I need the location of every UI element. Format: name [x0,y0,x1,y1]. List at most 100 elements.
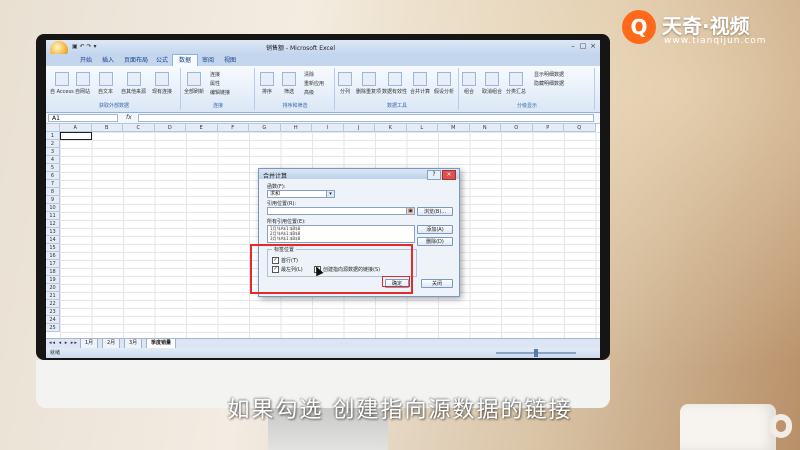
column-header[interactable]: E [186,124,218,132]
dialog-title: 合并计算 [263,173,288,180]
collapse-dialog-icon[interactable]: ▣ [406,208,414,214]
column-header[interactable]: P [532,124,564,132]
row-header[interactable]: 15 [46,244,60,252]
btn-reapply[interactable]: 重新应用 [304,80,324,87]
ungroup-icon [485,72,499,86]
row-header[interactable]: 8 [46,188,60,196]
column-header[interactable]: F [217,124,249,132]
btn-data-validation[interactable]: 数据有效性 [382,72,407,95]
row-header[interactable]: 13 [46,228,60,236]
row-header[interactable]: 12 [46,220,60,228]
dialog-help-icon[interactable]: ? [427,170,441,180]
btn-remove-duplicates[interactable]: 删除重复项 [356,72,381,95]
btn-sort[interactable]: 排序 [260,72,274,95]
browse-button[interactable]: 浏览(B)... [417,207,453,216]
btn-subtotal[interactable]: 分类汇总 [506,72,526,95]
btn-clear[interactable]: 清除 [304,71,314,78]
row-header[interactable]: 22 [46,300,60,308]
btn-show-detail[interactable]: 显示明细数据 [534,71,564,78]
btn-text-to-columns[interactable]: 分列 [338,72,352,95]
row-header[interactable]: 21 [46,292,60,300]
btn-properties[interactable]: 属性 [210,80,220,87]
column-header[interactable]: L [406,124,438,132]
reference-item[interactable]: 3月!$A$1:$B$8 [268,236,414,241]
references-list[interactable]: 1月!$A$1:$B$8 2月!$A$1:$B$8 3月!$A$1:$B$8 [267,225,415,243]
column-header[interactable]: B [91,124,123,132]
column-header[interactable]: M [438,124,470,132]
btn-existing-connections[interactable]: 现有连接 [152,72,172,95]
btn-edit-links[interactable]: 编辑链接 [210,89,230,96]
column-header[interactable]: Q [564,124,596,132]
tab-page-layout[interactable]: 页面布局 [118,55,154,66]
tab-home[interactable]: 开始 [74,55,98,66]
row-header[interactable]: 10 [46,204,60,212]
column-header[interactable]: H [280,124,312,132]
column-header[interactable]: A [60,124,92,132]
formula-input[interactable] [138,114,594,122]
row-header[interactable]: 2 [46,140,60,148]
row-header[interactable]: 16 [46,252,60,260]
column-header[interactable]: J [343,124,375,132]
row-header[interactable]: 19 [46,276,60,284]
active-cell[interactable] [60,132,92,140]
row-header[interactable]: 24 [46,316,60,324]
fx-icon[interactable]: fx [126,114,132,121]
btn-group[interactable]: 组合 [462,72,476,95]
tab-data[interactable]: 数据 [172,54,199,66]
row-header[interactable]: 7 [46,180,60,188]
select-all-corner[interactable] [46,124,60,132]
sheet-nav-arrows[interactable]: ◂◂ ◂ ▸ ▸▸ [49,340,78,346]
btn-ungroup[interactable]: 取消组合 [482,72,502,95]
add-button[interactable]: 添加(A) [417,225,453,234]
btn-filter[interactable]: 筛选 [282,72,296,95]
btn-from-access[interactable]: 自 Access [50,72,74,95]
column-header[interactable]: D [154,124,186,132]
column-header[interactable]: O [501,124,533,132]
column-header[interactable]: I [312,124,344,132]
zoom-slider[interactable] [486,349,586,357]
dialog-close-icon[interactable]: × [442,170,456,180]
row-header[interactable]: 11 [46,212,60,220]
column-header[interactable]: N [469,124,501,132]
row-header[interactable]: 9 [46,196,60,204]
btn-what-if[interactable]: 假设分析 [434,72,454,95]
row-header[interactable]: 20 [46,284,60,292]
column-header[interactable]: G [249,124,281,132]
row-header[interactable]: 23 [46,308,60,316]
row-header[interactable]: 6 [46,172,60,180]
row-header[interactable]: 25 [46,324,60,332]
row-header[interactable]: 5 [46,164,60,172]
row-header[interactable]: 4 [46,156,60,164]
tab-review[interactable]: 审阅 [196,55,220,66]
tab-formulas[interactable]: 公式 [150,55,174,66]
close-icon[interactable]: × [588,42,598,50]
column-header[interactable]: K [375,124,407,132]
btn-hide-detail[interactable]: 隐藏明细数据 [534,80,564,87]
zoom-thumb[interactable] [534,349,538,357]
tab-view[interactable]: 视图 [218,55,242,66]
btn-advanced[interactable]: 高级 [304,89,314,96]
function-select[interactable]: 求和 ▾ [267,190,335,198]
btn-other-sources[interactable]: 自其他来源 [121,72,146,95]
chevron-down-icon[interactable]: ▾ [326,191,334,197]
row-header[interactable]: 18 [46,268,60,276]
close-button[interactable]: 关闭 [421,279,453,288]
tab-insert[interactable]: 插入 [96,55,120,66]
column-header[interactable]: C [123,124,155,132]
delete-button[interactable]: 删除(D) [417,237,453,246]
minimize-icon[interactable]: – [568,42,578,50]
btn-consolidate[interactable]: 合并计算 [410,72,430,95]
row-header[interactable]: 3 [46,148,60,156]
name-box[interactable]: A1 [48,114,118,122]
quick-access-toolbar[interactable]: ▣ ↶ ↷ ▾ [72,43,96,50]
btn-from-web[interactable]: 自网站 [75,72,90,95]
row-header[interactable]: 1 [46,132,60,140]
row-header[interactable]: 14 [46,236,60,244]
btn-from-text[interactable]: 自文本 [98,72,113,95]
btn-refresh-all[interactable]: 全部刷新 [184,72,204,95]
maximize-icon[interactable]: □ [578,42,588,50]
btn-connections[interactable]: 连接 [210,71,220,78]
reference-input[interactable]: ▣ [267,207,415,215]
sort-icon [260,72,274,86]
row-header[interactable]: 17 [46,260,60,268]
